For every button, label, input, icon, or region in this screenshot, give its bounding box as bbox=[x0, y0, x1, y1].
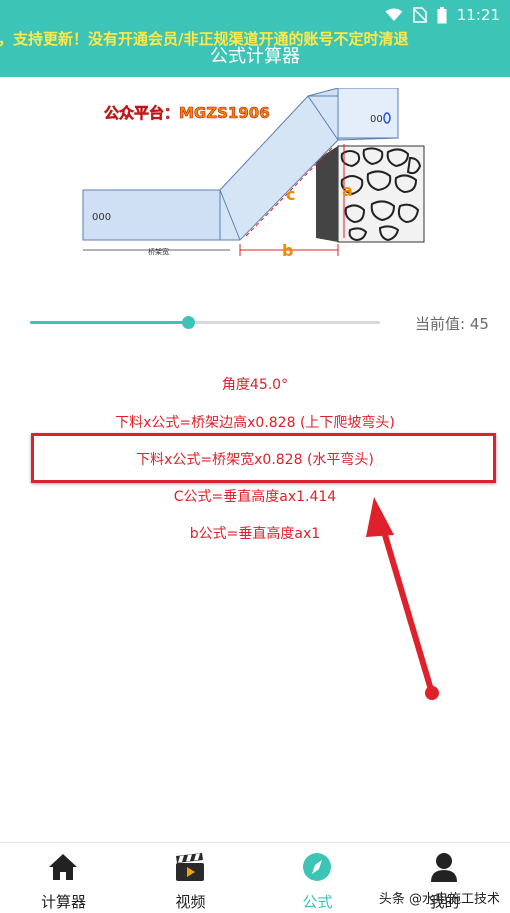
diagram-watermark: 公众平台：MGZS1906 bbox=[104, 104, 270, 122]
current-value: 当前值: 45 bbox=[415, 315, 489, 333]
label-b: b bbox=[282, 241, 293, 258]
angle-slider[interactable]: 当前值: 45 bbox=[30, 308, 500, 338]
cable-tray-diagram: 000 00 公众平台：MGZS1906 c a b 桥架宽 bbox=[80, 88, 430, 258]
svg-text:000: 000 bbox=[92, 212, 111, 223]
formula-horizontal-elbow: 下料x公式=桥架宽x0.828 (水平弯头) bbox=[136, 452, 374, 468]
source-watermark: 头条 @水电施工技术 bbox=[378, 892, 500, 907]
slider-track[interactable] bbox=[30, 321, 380, 324]
nav-item-video[interactable]: 视频 bbox=[127, 843, 254, 913]
status-bar: 11:21 bbox=[385, 4, 500, 26]
page-title: 公式计算器 bbox=[210, 46, 300, 67]
no-sim-icon bbox=[412, 7, 427, 23]
wifi-icon bbox=[385, 8, 403, 21]
app-header: 11:21 ，支持更新！没有开通会员/非正规渠道开通的账号不定时清退 公式计算器 bbox=[0, 0, 510, 77]
formula-vertical-elbow: 下料x公式=桥架边高x0.828 (上下爬坡弯头) bbox=[115, 415, 395, 431]
nav-label-formula: 公式 bbox=[302, 893, 333, 911]
arrow-annotation bbox=[366, 497, 439, 700]
battery-icon bbox=[437, 6, 447, 23]
clock: 11:21 bbox=[456, 6, 500, 24]
compass-icon bbox=[303, 853, 331, 881]
label-a: a bbox=[342, 181, 353, 200]
home-icon bbox=[49, 854, 77, 880]
svg-text:00: 00 bbox=[370, 114, 383, 125]
formula-angle: 角度45.0° bbox=[221, 377, 289, 393]
nav-item-calculator[interactable]: 计算器 bbox=[0, 843, 127, 913]
slider-fill bbox=[30, 321, 188, 324]
label-tray-width: 桥架宽 bbox=[148, 247, 169, 256]
person-icon bbox=[431, 853, 457, 882]
slider-thumb[interactable] bbox=[182, 316, 195, 329]
nav-label-calculator: 计算器 bbox=[40, 893, 86, 911]
nav-label-video: 视频 bbox=[175, 893, 206, 911]
clapperboard-icon bbox=[176, 853, 204, 881]
label-c: c bbox=[286, 185, 295, 204]
nav-item-formula[interactable]: 公式 bbox=[254, 843, 381, 913]
